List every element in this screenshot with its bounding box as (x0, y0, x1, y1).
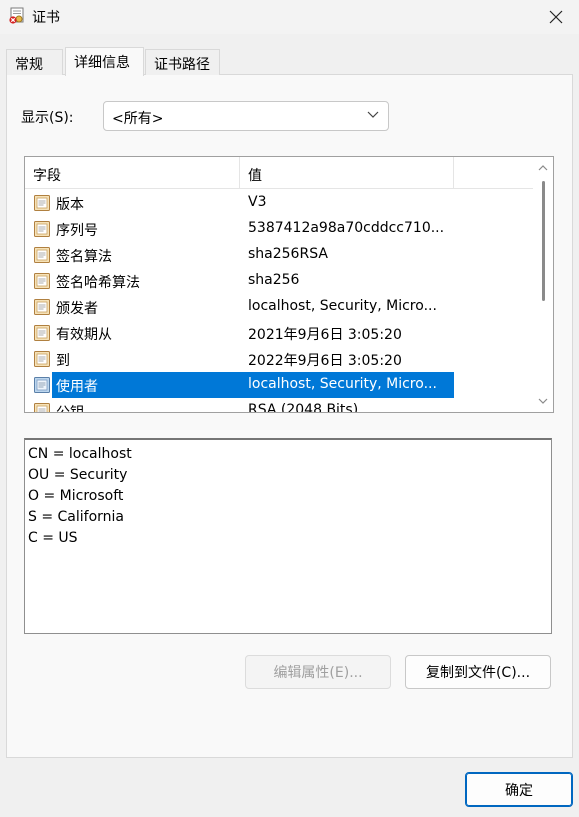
field-name: 颁发者 (56, 301, 98, 317)
detail-line: O = Microsoft (28, 488, 124, 504)
field-name: 签名算法 (56, 249, 112, 265)
tab-details[interactable]: 详细信息 (65, 47, 144, 76)
field-name: 序列号 (56, 223, 98, 239)
field-document-icon (34, 377, 50, 393)
column-header-value[interactable]: 值 (240, 157, 454, 189)
field-document-icon (34, 299, 50, 315)
detail-line: OU = Security (28, 467, 128, 483)
tab-general[interactable]: 常规 (6, 49, 63, 75)
show-select[interactable]: <所有> (103, 101, 389, 131)
list-item[interactable]: 公钥 RSA (2048 Bits) (25, 398, 535, 413)
detail-line: CN = localhost (28, 446, 132, 462)
close-button[interactable] (533, 0, 579, 34)
window-title: 证书 (32, 10, 60, 26)
show-select-value: <所有> (112, 111, 164, 127)
fields-list[interactable]: 字段 值 版本 V3 序列号 5387412a98a70cddcc710... 签名算法… (24, 156, 554, 413)
chevron-down-icon (367, 111, 379, 118)
list-item[interactable]: 颁发者 localhost, Security, Micro... (25, 294, 535, 320)
list-item[interactable]: 签名算法 sha256RSA (25, 242, 535, 268)
detail-line: C = US (28, 530, 78, 546)
list-item[interactable]: 有效期从 2021年9月6日 3:05:20 (25, 320, 535, 346)
field-value: localhost, Security, Micro... (248, 376, 437, 392)
field-value: sha256RSA (248, 246, 328, 262)
ok-button[interactable]: 确定 (465, 772, 573, 807)
field-name: 公钥 (56, 405, 84, 413)
list-item[interactable]: 版本 V3 (25, 190, 535, 216)
field-value: V3 (248, 194, 267, 210)
tab-certification-path[interactable]: 证书路径 (145, 49, 220, 75)
copy-to-file-button[interactable]: 复制到文件(C)... (405, 655, 551, 689)
list-item[interactable]: 到 2022年9月6日 3:05:20 (25, 346, 535, 372)
field-value: 2022年9月6日 3:05:20 (248, 353, 402, 369)
list-item[interactable]: 使用者 localhost, Security, Micro... (25, 372, 535, 398)
field-detail-text[interactable]: CN = localhost OU = Security O = Microsoft… (24, 438, 552, 634)
field-name: 签名哈希算法 (56, 275, 140, 291)
field-document-icon (34, 325, 50, 341)
vertical-scrollbar[interactable] (533, 157, 553, 412)
scrollbar-thumb[interactable] (542, 181, 545, 301)
edit-properties-button[interactable]: 编辑属性(E)... (245, 655, 391, 689)
column-header-field[interactable]: 字段 (25, 157, 240, 189)
fields-rows: 版本 V3 序列号 5387412a98a70cddcc710... 签名算法 sha25… (25, 190, 535, 413)
detail-line: S = California (28, 509, 124, 525)
title-bar: 证书 (0, 0, 579, 34)
field-document-icon (34, 221, 50, 237)
field-document-icon (34, 273, 50, 289)
certificate-icon (9, 7, 24, 24)
field-value: sha256 (248, 272, 300, 288)
field-value: 5387412a98a70cddcc710... (248, 220, 445, 236)
field-name: 有效期从 (56, 327, 112, 343)
scroll-up-icon[interactable] (537, 163, 549, 173)
field-name: 使用者 (56, 379, 98, 395)
field-name: 到 (56, 353, 70, 369)
fields-list-header: 字段 值 (25, 157, 553, 189)
field-value: 2021年9月6日 3:05:20 (248, 327, 402, 343)
field-document-icon (34, 351, 50, 367)
list-item[interactable]: 序列号 5387412a98a70cddcc710... (25, 216, 535, 242)
field-name: 版本 (56, 197, 84, 213)
field-document-icon (34, 403, 50, 412)
show-label: 显示(S): (21, 110, 74, 126)
field-value: RSA (2048 Bits) (248, 402, 359, 413)
list-item[interactable]: 签名哈希算法 sha256 (25, 268, 535, 294)
field-document-icon (34, 195, 50, 211)
field-document-icon (34, 247, 50, 263)
field-value: localhost, Security, Micro... (248, 298, 437, 314)
scroll-down-icon[interactable] (537, 396, 549, 406)
close-icon (549, 10, 563, 24)
